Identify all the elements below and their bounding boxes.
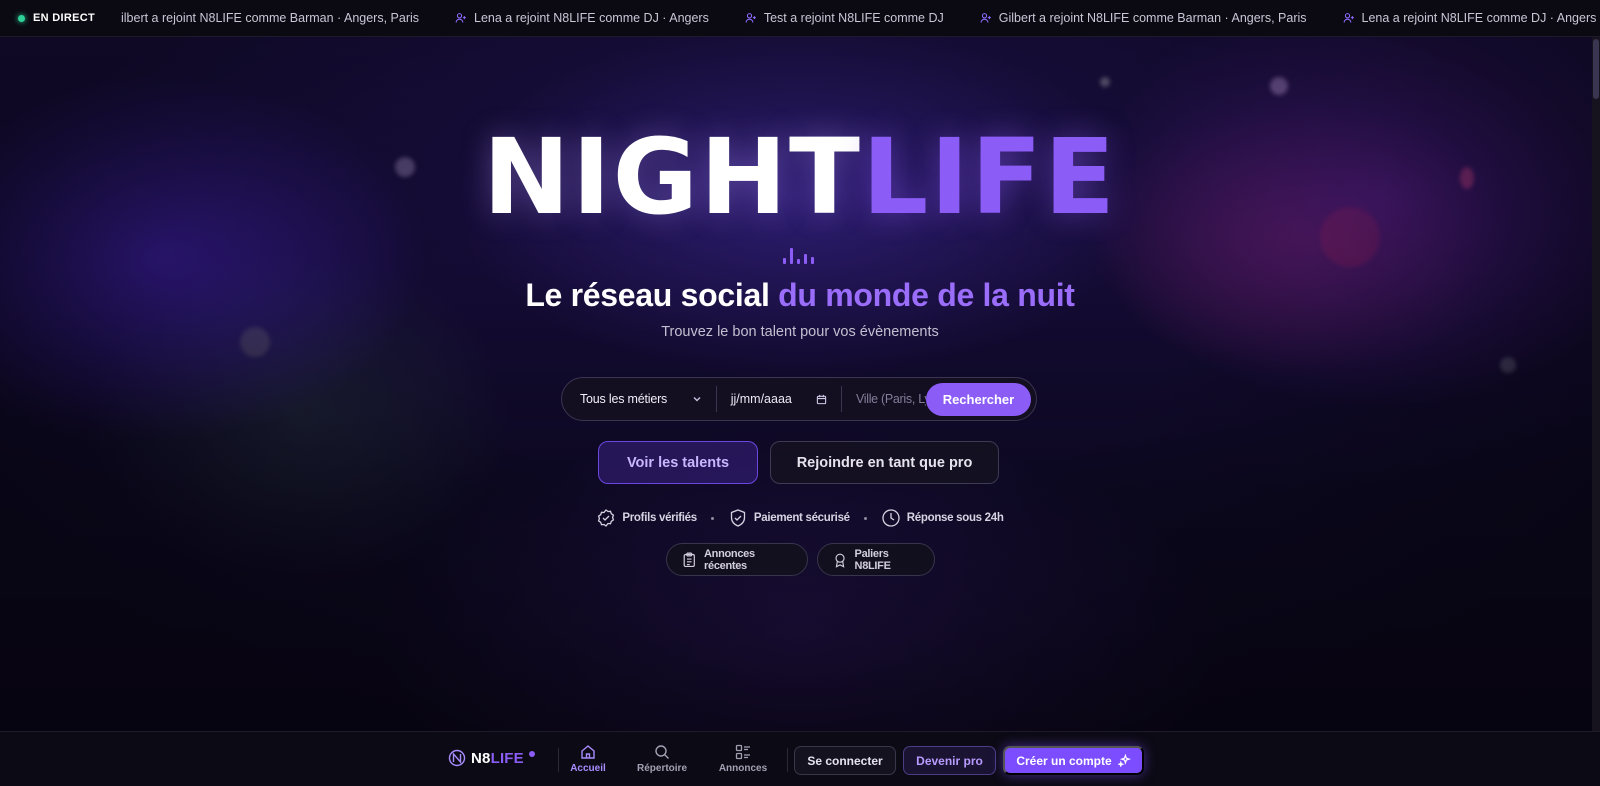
- search-divider: [715, 386, 717, 412]
- n8life-logo[interactable]: N8 LIFE: [448, 749, 535, 767]
- ticker-item-text: Test a rejoint N8LIFE comme DJ: [763, 11, 944, 25]
- date-input[interactable]: jj/mm/aaaa: [731, 392, 827, 406]
- dot-separator: [863, 516, 867, 520]
- award-icon: [834, 553, 845, 568]
- search-divider: [840, 386, 842, 412]
- ticker-item: Test a rejoint N8LIFE comme DJ: [745, 11, 944, 25]
- nav-item-listings[interactable]: Annonces: [717, 744, 769, 774]
- home-icon: [581, 745, 595, 759]
- pill-label: Paliers N8LIFE: [854, 547, 891, 572]
- quick-links: Annonces récentes Paliers N8LIFE: [0, 543, 1600, 576]
- nav-item-directory[interactable]: Répertoire: [634, 744, 690, 774]
- ticker-track: ilbert a rejoint N8LIFE comme Barman · A…: [121, 11, 1600, 25]
- create-account-button[interactable]: Créer un compte: [1003, 746, 1144, 775]
- live-indicator: EN DIRECT: [0, 0, 113, 36]
- job-select[interactable]: Tous les métiers: [580, 378, 702, 420]
- ticker-item-text: ilbert a rejoint N8LIFE comme Barman · A…: [120, 11, 420, 25]
- nav-item-label: Accueil: [570, 763, 606, 774]
- ticker-item: Lena a rejoint N8LIFE comme DJ · Angers: [455, 11, 709, 25]
- logo-life: LIFE: [490, 749, 524, 767]
- search-bar: Tous les métiers jj/mm/aaaa Rechercher: [561, 377, 1037, 421]
- ticker-item: ilbert a rejoint N8LIFE comme Barman · A…: [121, 11, 419, 25]
- hero-tagline: Le réseau social du monde de la nuit: [0, 277, 1600, 314]
- tagline-white: Le réseau social: [525, 277, 770, 313]
- login-button[interactable]: Se connecter: [794, 746, 896, 775]
- job-select-value: Tous les métiers: [580, 392, 668, 406]
- hero-title-white: NIGHT: [482, 116, 862, 238]
- ticker-item: Lena a rejoint N8LIFE comme DJ · Angers: [1343, 11, 1597, 25]
- ticker-item-text: Lena a rejoint N8LIFE comme DJ · Angers: [1361, 11, 1597, 25]
- clock-icon: [882, 509, 900, 527]
- dot-separator: [710, 516, 714, 520]
- logo-dot: [528, 750, 535, 757]
- user-plus-icon: [745, 13, 756, 23]
- bottom-nav-bar: N8 LIFE Accueil Répertoire Annonces Se co…: [0, 731, 1600, 786]
- ticker-item-text: Gilbert a rejoint N8LIFE comme Barman · …: [998, 11, 1307, 25]
- clipboard-icon: [683, 552, 695, 567]
- nav-divider: [787, 748, 788, 772]
- nav-divider: [558, 748, 559, 772]
- search-button[interactable]: Rechercher: [925, 382, 1031, 416]
- join-as-pro-button[interactable]: Rejoindre en tant que pro: [770, 441, 999, 484]
- chevron-down-icon: [693, 397, 701, 402]
- become-pro-button[interactable]: Devenir pro: [903, 746, 996, 775]
- hero-title: NIGHTLIFE: [0, 125, 1600, 229]
- view-talents-button[interactable]: Voir les talents: [598, 441, 758, 484]
- nav-item-home[interactable]: Accueil: [570, 744, 606, 774]
- trust-label: Réponse sous 24h: [906, 512, 1004, 524]
- badge-check-icon: [598, 509, 615, 527]
- tiers-pill[interactable]: Paliers N8LIFE: [816, 543, 935, 576]
- nav-item-label: Annonces: [718, 763, 768, 774]
- scrollbar[interactable]: [1592, 37, 1600, 731]
- calendar-icon[interactable]: [816, 394, 827, 405]
- trust-item-response: Réponse sous 24h: [881, 508, 1004, 528]
- trust-item-payment: Paiement sécurisé: [728, 508, 850, 528]
- recent-listings-pill[interactable]: Annonces récentes: [665, 543, 808, 576]
- hero-title-purple: LIFE: [862, 116, 1118, 238]
- trust-label: Paiement sécurisé: [753, 512, 850, 524]
- pill-label: Annonces récentes: [704, 547, 755, 572]
- city-input[interactable]: [855, 392, 926, 406]
- logo-mark-icon: [448, 749, 466, 767]
- hero-subtitle: Trouvez le bon talent pour vos évènement…: [661, 324, 939, 340]
- tagline-purple: du monde de la nuit: [778, 277, 1075, 313]
- grid-list-icon: [735, 744, 750, 760]
- trust-item-verified: Profils vérifiés: [596, 508, 697, 528]
- trust-label: Profils vérifiés: [622, 512, 697, 524]
- ticker-item: Gilbert a rejoint N8LIFE comme Barman · …: [980, 11, 1307, 25]
- create-account-label: Créer un compte: [1016, 753, 1112, 768]
- date-input-value: jj/mm/aaaa: [730, 392, 792, 406]
- hero-section: NIGHTLIFE Le réseau social du monde de l…: [0, 37, 1600, 731]
- nav-item-label: Répertoire: [636, 763, 687, 774]
- live-dot: [18, 14, 25, 22]
- scrollbar-thumb[interactable]: [1593, 39, 1599, 99]
- user-plus-icon: [980, 13, 991, 23]
- equalizer-icon: [783, 246, 817, 264]
- live-ticker: EN DIRECT ilbert a rejoint N8LIFE comme …: [0, 0, 1600, 37]
- user-plus-icon: [1343, 13, 1354, 23]
- search-icon: [655, 745, 669, 759]
- user-plus-icon: [455, 13, 466, 23]
- sparkle-icon: [1117, 754, 1131, 767]
- ticker-item-text: Lena a rejoint N8LIFE comme DJ · Angers: [474, 11, 709, 25]
- live-label: EN DIRECT: [33, 12, 95, 24]
- shield-check-icon: [730, 509, 746, 527]
- trust-badges: Profils vérifiés Paiement sécurisé Répon…: [0, 508, 1600, 528]
- logo-n8: N8: [471, 749, 491, 767]
